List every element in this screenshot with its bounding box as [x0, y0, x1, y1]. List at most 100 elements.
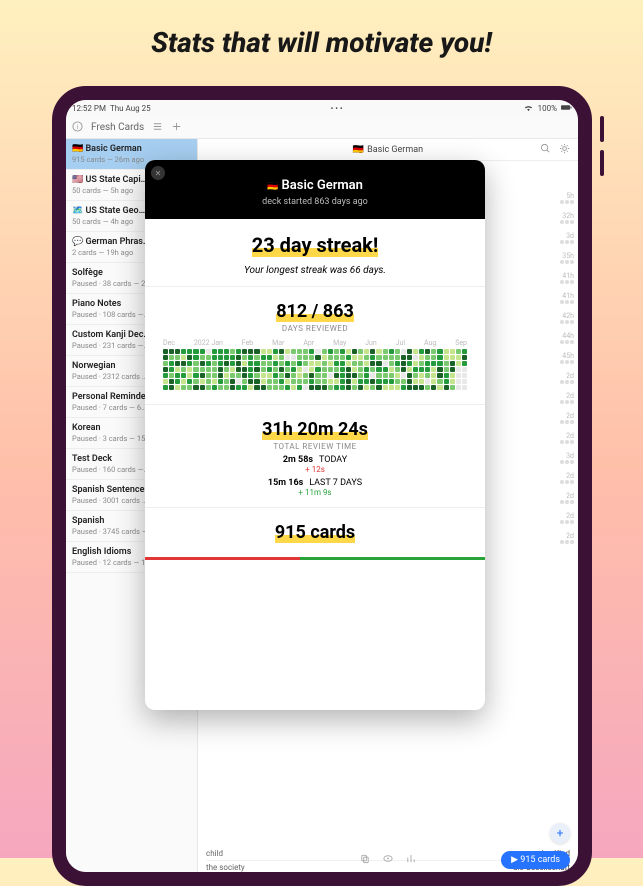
close-icon[interactable]: ✕: [151, 166, 165, 180]
heatmap-cell: [254, 355, 259, 360]
search-icon[interactable]: [540, 143, 551, 157]
heatmap-cell: [206, 355, 211, 360]
status-time: 12:52 PM: [72, 104, 106, 113]
heatmap-cell: [462, 385, 467, 390]
heatmap: [159, 349, 471, 400]
heatmap-cell: [181, 361, 186, 366]
today-delta: + 12s: [159, 465, 471, 474]
heatmap-cell: [212, 349, 217, 354]
heatmap-cell: [212, 355, 217, 360]
heatmap-cell: [413, 349, 418, 354]
heatmap-cell: [450, 349, 455, 354]
heatmap-cell: [267, 373, 272, 378]
heatmap-cell: [279, 355, 284, 360]
heatmap-cell: [358, 373, 363, 378]
heatmap-cell: [346, 379, 351, 384]
heatmap-cell: [212, 367, 217, 372]
heatmap-cell: [291, 367, 296, 372]
heatmap-cell: [444, 373, 449, 378]
heatmap-cell: [230, 355, 235, 360]
heatmap-cell: [242, 361, 247, 366]
heatmap-cell: [437, 367, 442, 372]
heatmap-cell: [242, 385, 247, 390]
heatmap-cell: [450, 367, 455, 372]
heatmap-cell: [352, 385, 357, 390]
bottom-tools: [360, 853, 417, 867]
heatmap-cell: [376, 361, 381, 366]
time-stat: 2d: [560, 412, 574, 424]
week-lbl: LAST 7 DAYS: [309, 478, 362, 488]
time-stat: 5h: [560, 192, 574, 204]
card-count: 915 cards: [275, 522, 355, 543]
heatmap-cell: [315, 373, 320, 378]
heatmap-cell: [389, 361, 394, 366]
heatmap-cell: [297, 373, 302, 378]
heatmap-cell: [462, 379, 467, 384]
heatmap-cell: [315, 349, 320, 354]
heatmap-cell: [169, 349, 174, 354]
heatmap-cell: [236, 379, 241, 384]
heatmap-cell: [169, 367, 174, 372]
heatmap-cell: [431, 379, 436, 384]
heatmap-cell: [334, 379, 339, 384]
add-icon[interactable]: [171, 121, 182, 135]
heatmap-cell: [163, 355, 168, 360]
month-label: Dec: [163, 339, 175, 347]
heatmap-cell: [431, 349, 436, 354]
add-card-fab[interactable]: +: [550, 823, 570, 843]
heatmap-cell: [370, 385, 375, 390]
heatmap-cell: [456, 361, 461, 366]
heatmap-cell: [315, 379, 320, 384]
heatmap-cell: [267, 379, 272, 384]
heatmap-cell: [181, 379, 186, 384]
gear-icon[interactable]: [559, 143, 570, 157]
heatmap-cell: [254, 367, 259, 372]
heatmap-cell: [273, 379, 278, 384]
heatmap-cell: [297, 355, 302, 360]
info-icon[interactable]: i: [72, 121, 83, 135]
main-flag: 🇩🇪: [353, 145, 364, 155]
heatmap-cell: [462, 355, 467, 360]
heatmap-cell: [285, 379, 290, 384]
heatmap-cell: [309, 361, 314, 366]
heatmap-cell: [230, 361, 235, 366]
heatmap-cell: [200, 379, 205, 384]
heatmap-cell: [309, 373, 314, 378]
heatmap-cell: [254, 379, 259, 384]
stats-icon[interactable]: [406, 853, 417, 867]
heatmap-cell: [437, 373, 442, 378]
heatmap-cell: [383, 361, 388, 366]
heatmap-cell: [285, 373, 290, 378]
heatmap-cell: [169, 385, 174, 390]
heatmap-cell: [230, 349, 235, 354]
heatmap-cell: [206, 373, 211, 378]
heatmap-cell: [364, 385, 369, 390]
heatmap-cell: [187, 367, 192, 372]
heatmap-cell: [334, 367, 339, 372]
list-icon[interactable]: [152, 121, 163, 135]
heatmap-cell: [413, 355, 418, 360]
heatmap-cell: [407, 385, 412, 390]
heatmap-cell: [401, 385, 406, 390]
copy-icon[interactable]: [360, 853, 371, 867]
heatmap-cell: [181, 355, 186, 360]
heatmap-cell: [200, 349, 205, 354]
heatmap-cell: [254, 361, 259, 366]
heatmap-cell: [273, 373, 278, 378]
heatmap-cell: [169, 373, 174, 378]
heatmap-cell: [334, 349, 339, 354]
heatmap-cell: [425, 373, 430, 378]
heatmap-cell: [431, 361, 436, 366]
heatmap-cell: [163, 379, 168, 384]
heatmap-cell: [437, 355, 442, 360]
heatmap-cell: [346, 373, 351, 378]
eye-icon[interactable]: [383, 853, 394, 867]
heatmap-cell: [267, 349, 272, 354]
heatmap-cell: [352, 361, 357, 366]
study-button[interactable]: ▶ 915 cards: [501, 851, 570, 869]
heatmap-cell: [456, 385, 461, 390]
heatmap-cell: [413, 385, 418, 390]
heatmap-cell: [193, 379, 198, 384]
heatmap-cell: [236, 385, 241, 390]
heatmap-cell: [450, 379, 455, 384]
